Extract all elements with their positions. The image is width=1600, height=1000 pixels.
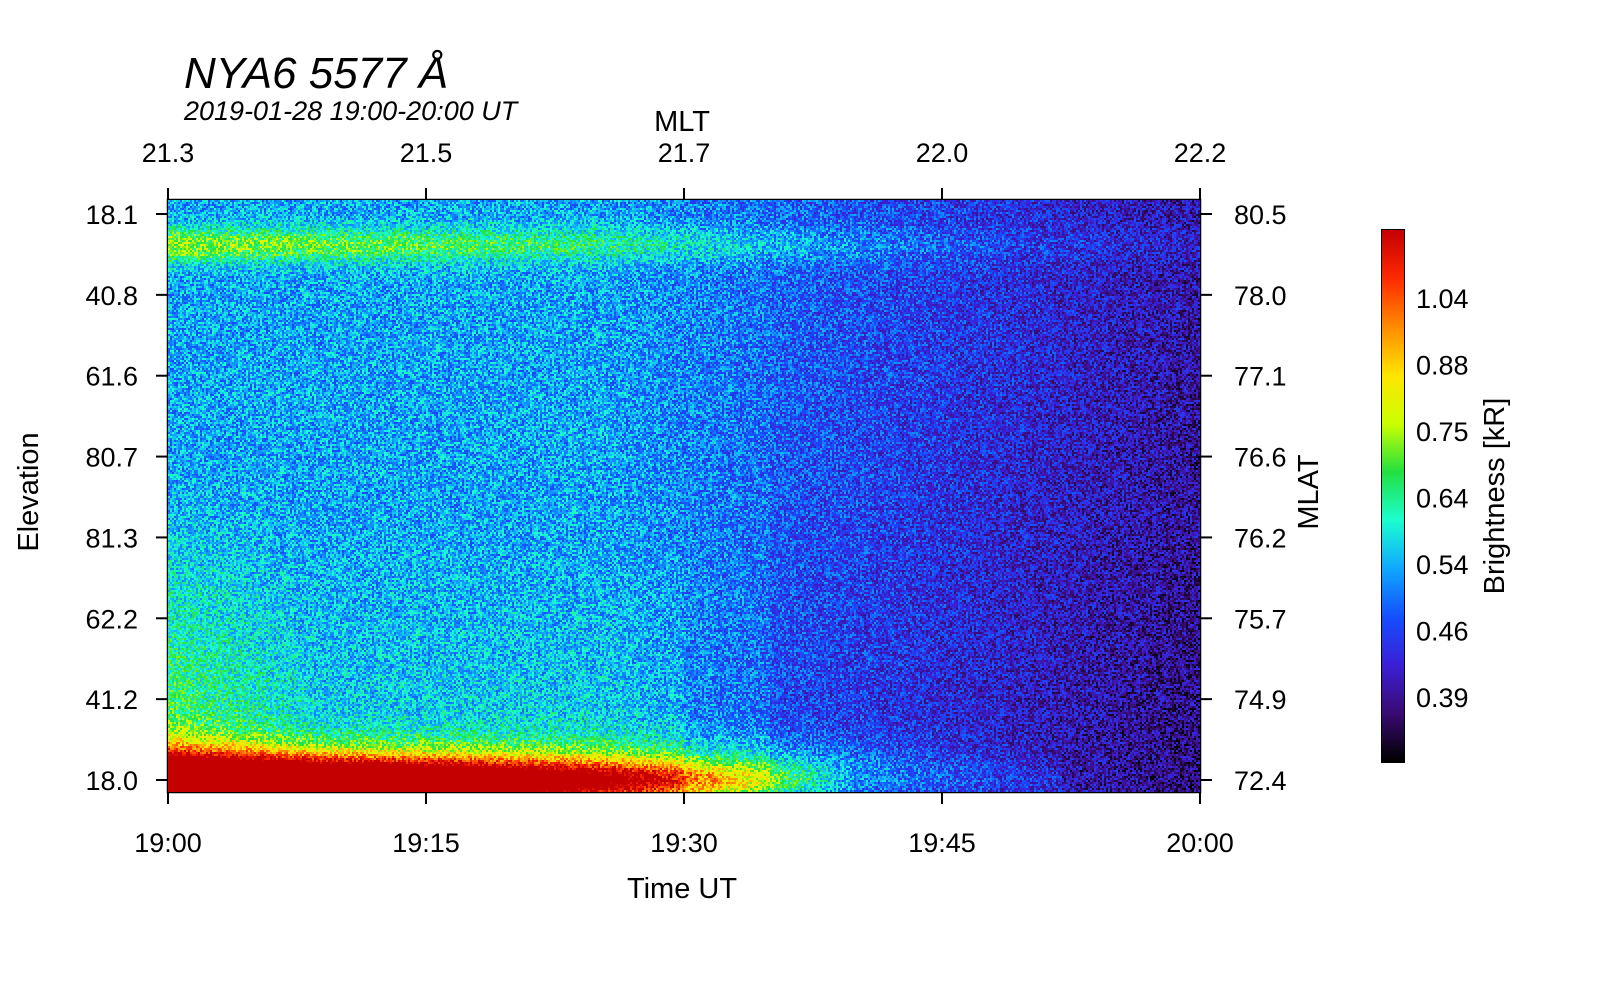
- colorbar-tick-label: 0.75: [1416, 417, 1469, 447]
- y-axis-label: Elevation: [13, 432, 45, 551]
- top-axis-label: MLT: [654, 106, 710, 138]
- x-tick-label: 19:15: [392, 828, 460, 858]
- colorbar-tick-label: 0.54: [1416, 550, 1469, 580]
- right-axis-label: MLAT: [1293, 454, 1325, 529]
- x-tick-label: 19:45: [908, 828, 976, 858]
- right-tick-label: 78.0: [1234, 281, 1287, 311]
- top-tick-label: 21.3: [142, 138, 195, 168]
- colorbar-tick-label: 0.39: [1416, 683, 1469, 713]
- top-tick-label: 21.7: [658, 138, 711, 168]
- y-tick-label: 40.8: [85, 281, 138, 311]
- right-tick-label: 76.6: [1234, 443, 1287, 473]
- right-tick-label: 77.1: [1234, 362, 1287, 392]
- right-tick-label: 75.7: [1234, 604, 1287, 634]
- colorbar-tick-label: 0.46: [1416, 617, 1469, 647]
- top-tick-label: 22.2: [1174, 138, 1227, 168]
- x-tick-label: 19:30: [650, 828, 718, 858]
- colorbar-tick-label: 0.64: [1416, 484, 1469, 514]
- x-tick-label: 20:00: [1166, 828, 1234, 858]
- y-tick-label: 41.2: [85, 685, 138, 715]
- chart-title: NYA6 5577 Å: [184, 49, 448, 98]
- y-tick-label: 80.7: [85, 443, 138, 473]
- right-tick-label: 74.9: [1234, 685, 1287, 715]
- y-tick-label: 81.3: [85, 523, 138, 553]
- y-tick-label: 62.2: [85, 604, 138, 634]
- colorbar-gradient: [1382, 230, 1404, 762]
- y-tick-label: 18.0: [85, 766, 138, 796]
- right-tick-label: 80.5: [1234, 200, 1287, 230]
- colorbar-tick-label: 0.88: [1416, 351, 1469, 381]
- x-axis-label: Time UT: [627, 873, 737, 905]
- top-tick-label: 21.5: [400, 138, 453, 168]
- top-tick-label: 22.0: [916, 138, 969, 168]
- x-tick-label: 19:00: [134, 828, 202, 858]
- right-tick-label: 72.4: [1234, 766, 1287, 796]
- y-tick-label: 18.1: [85, 200, 138, 230]
- chart-subtitle: 2019-01-28 19:00-20:00 UT: [183, 96, 520, 126]
- colorbar-tick-label: 1.04: [1416, 284, 1469, 314]
- keogram-heatmap: [168, 200, 1200, 792]
- colorbar-label: Brightness [kR]: [1479, 398, 1511, 595]
- y-tick-label: 61.6: [85, 362, 138, 392]
- right-tick-label: 76.2: [1234, 523, 1287, 553]
